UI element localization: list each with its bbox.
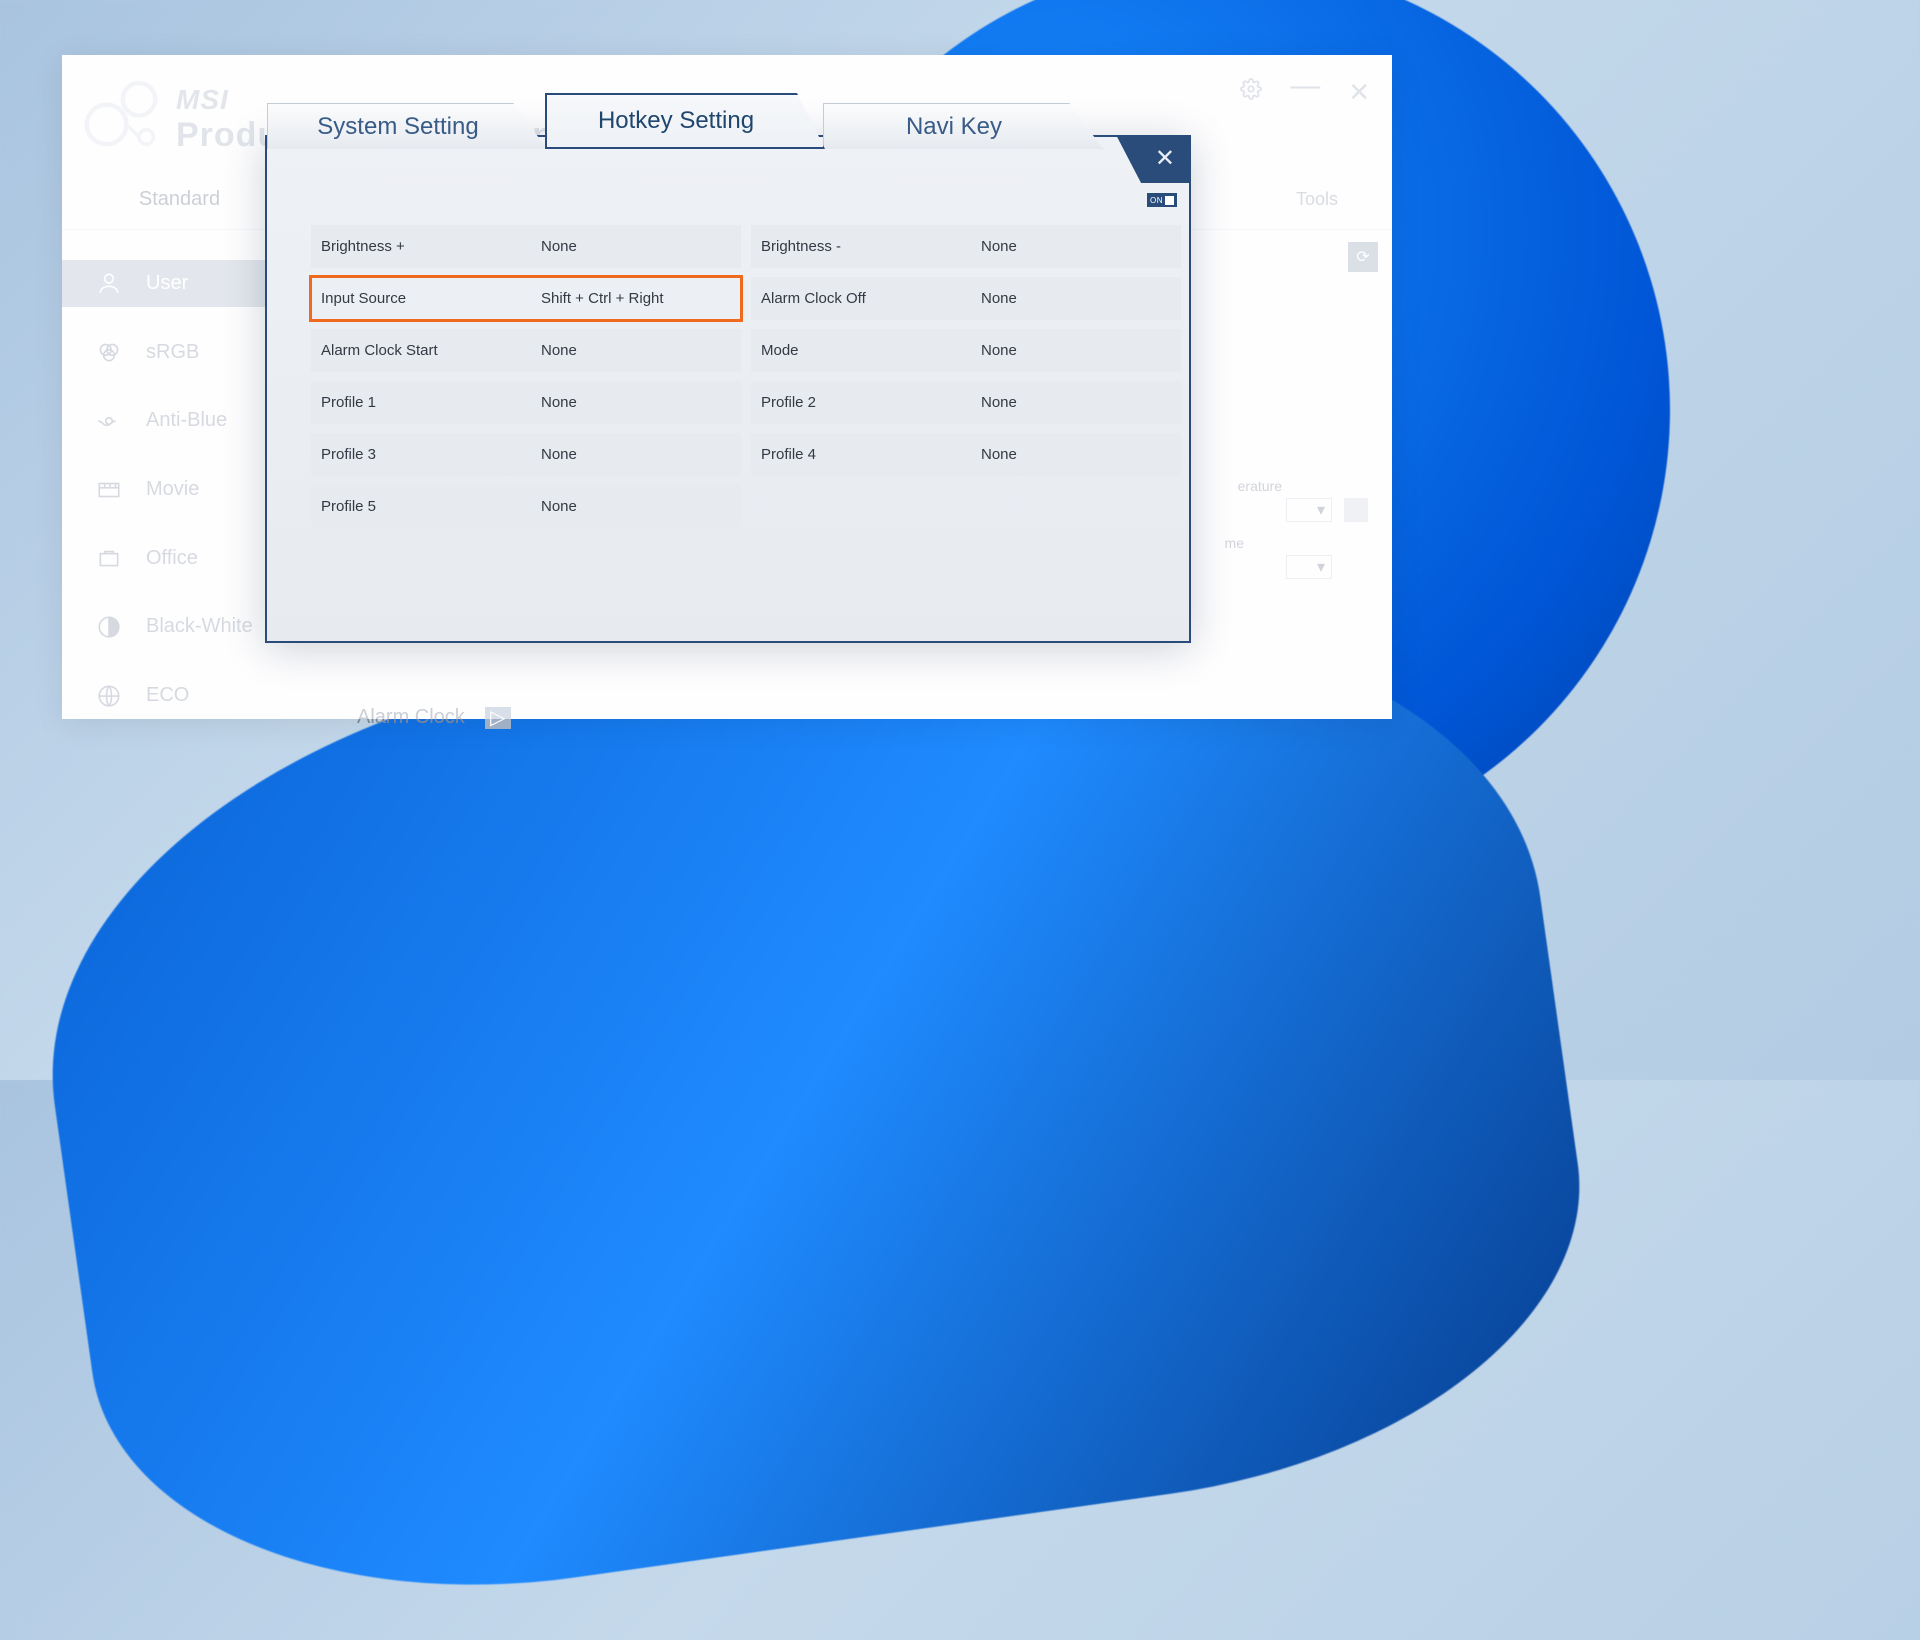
sidebar-item-label: User — [146, 272, 188, 295]
hotkey-value: None — [981, 238, 1181, 255]
hotkey-value: None — [981, 446, 1181, 463]
hotkey-row-input-source[interactable]: Input Source Shift + Ctrl + Right — [311, 277, 741, 320]
sidebar-item-label: Black-White — [146, 615, 253, 638]
alarm-clock-label: Alarm Clock — [357, 706, 465, 729]
hotkey-value: None — [541, 498, 741, 515]
hotkey-row-mode[interactable]: Mode None — [751, 329, 1181, 372]
sidebar-item-label: sRGB — [146, 341, 199, 364]
hotkey-value: Shift + Ctrl + Right — [541, 290, 741, 307]
hotkey-modal: System Setting Hotkey Setting Navi Key ✕… — [265, 135, 1191, 643]
logo-gears-icon — [76, 74, 166, 164]
srgb-icon — [96, 339, 122, 365]
reset-icon: ⟳ — [1356, 247, 1369, 267]
user-icon — [96, 270, 122, 296]
hotkey-row-alarm-clock-off[interactable]: Alarm Clock Off None — [751, 277, 1181, 320]
hotkey-label: Brightness - — [761, 238, 981, 255]
hotkey-row-profile-1[interactable]: Profile 1 None — [311, 381, 741, 424]
tab-navi-key[interactable]: Navi Key — [823, 103, 1103, 149]
time-label-fragment: me — [1225, 535, 1244, 551]
hotkey-label: Alarm Clock Off — [761, 290, 981, 307]
close-window-button[interactable]: ✕ — [1348, 77, 1370, 108]
chevron-down-icon: ▾ — [1317, 557, 1325, 577]
hotkey-value: None — [981, 290, 1181, 307]
sidebar-item-movie[interactable]: Movie — [62, 466, 297, 513]
hotkey-row-alarm-clock-start[interactable]: Alarm Clock Start None — [311, 329, 741, 372]
hotkey-row-empty — [751, 485, 1181, 528]
anti-blue-icon — [96, 408, 122, 434]
sidebar-item-anti-blue[interactable]: Anti-Blue — [62, 397, 297, 444]
sidebar-item-user[interactable]: User — [62, 260, 297, 307]
eco-icon — [96, 683, 122, 709]
temperature-label-fragment: erature — [1238, 478, 1282, 494]
hotkey-label: Alarm Clock Start — [321, 342, 541, 359]
hotkey-grid: Brightness + None Brightness - None Inpu… — [311, 225, 1177, 528]
hotkey-value: None — [981, 394, 1181, 411]
sidebar-item-label: Movie — [146, 478, 199, 501]
hotkey-value: None — [541, 394, 741, 411]
sidebar-item-label: Office — [146, 547, 198, 570]
hotkey-label: Brightness + — [321, 238, 541, 255]
hotkey-value: None — [981, 342, 1181, 359]
black-white-icon — [96, 614, 122, 640]
hotkey-row-profile-4[interactable]: Profile 4 None — [751, 433, 1181, 476]
hotkey-label: Profile 2 — [761, 394, 981, 411]
sidebar: User sRGB Anti-Blue Movie — [62, 230, 297, 719]
hotkey-label: Mode — [761, 342, 981, 359]
nav-tab-tools[interactable]: Tools — [1242, 169, 1392, 229]
hotkey-row-brightness-minus[interactable]: Brightness - None — [751, 225, 1181, 268]
reset-button[interactable]: ⟳ — [1348, 242, 1378, 272]
sidebar-item-srgb[interactable]: sRGB — [62, 329, 297, 376]
hotkey-value: None — [541, 238, 741, 255]
sidebar-item-black-white[interactable]: Black-White — [62, 604, 297, 651]
alarm-clock-row: Alarm Clock ▷ — [357, 706, 511, 729]
temperature-dropdown[interactable]: ▾ — [1286, 498, 1332, 522]
toggle-label: ON — [1150, 196, 1163, 205]
hotkey-row-profile-3[interactable]: Profile 3 None — [311, 433, 741, 476]
hotkey-label: Profile 5 — [321, 498, 541, 515]
close-icon: ✕ — [1155, 147, 1175, 171]
play-icon: ▷ — [490, 705, 505, 730]
settings-gear-icon[interactable] — [1240, 78, 1262, 106]
sidebar-item-office[interactable]: Office — [62, 535, 297, 582]
hotkey-value: None — [541, 342, 741, 359]
hotkey-row-profile-2[interactable]: Profile 2 None — [751, 381, 1181, 424]
nav-tab-standard[interactable]: Standard — [62, 169, 297, 229]
hotkey-label: Profile 4 — [761, 446, 981, 463]
chevron-down-icon: ▾ — [1317, 500, 1325, 520]
hotkey-label: Profile 3 — [321, 446, 541, 463]
alarm-play-button[interactable]: ▷ — [485, 707, 511, 729]
modal-tabbar: System Setting Hotkey Setting Navi Key — [267, 103, 1189, 163]
hotkey-label: Profile 1 — [321, 394, 541, 411]
tab-hotkey-setting[interactable]: Hotkey Setting — [545, 93, 825, 149]
window-controls: — ✕ — [1240, 75, 1370, 109]
temperature-swatch[interactable] — [1344, 498, 1368, 522]
tab-system-setting[interactable]: System Setting — [267, 103, 547, 149]
office-icon — [96, 545, 122, 571]
hotkey-value: None — [541, 446, 741, 463]
hotkey-master-toggle[interactable]: ON — [1147, 193, 1177, 207]
hotkey-label: Input Source — [321, 290, 541, 307]
sidebar-item-label: Anti-Blue — [146, 409, 227, 432]
sidebar-item-label: ECO — [146, 684, 189, 707]
toggle-knob — [1165, 196, 1174, 205]
hotkey-row-brightness-plus[interactable]: Brightness + None — [311, 225, 741, 268]
hotkey-row-profile-5[interactable]: Profile 5 None — [311, 485, 741, 528]
time-dropdown[interactable]: ▾ — [1286, 555, 1332, 579]
sidebar-item-eco[interactable]: ECO — [62, 672, 297, 719]
minimize-button[interactable]: — — [1290, 69, 1320, 103]
movie-icon — [96, 477, 122, 503]
